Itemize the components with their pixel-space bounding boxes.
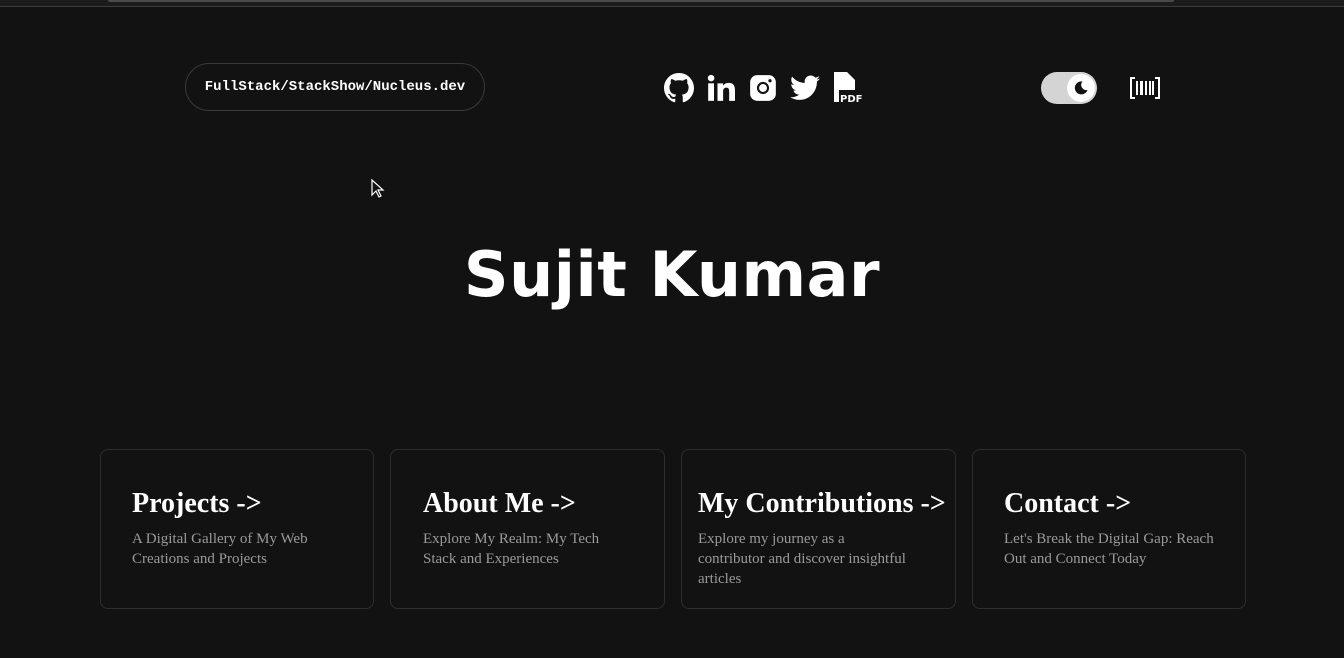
svg-text:PDF: PDF bbox=[840, 94, 862, 104]
mouse-cursor-icon bbox=[371, 178, 385, 204]
card-description: Explore my journey as a contributor and … bbox=[698, 531, 906, 587]
card-projects[interactable]: Projects -> A Digital Gallery of My Web … bbox=[100, 449, 374, 609]
instagram-icon[interactable] bbox=[748, 72, 778, 104]
browser-top-strip bbox=[0, 0, 1344, 7]
brand-pill[interactable]: FullStack/StackShow/Nucleus.dev bbox=[185, 63, 485, 111]
card-description: A Digital Gallery of My Web Creations an… bbox=[132, 531, 308, 567]
moon-icon bbox=[1074, 81, 1088, 95]
social-links: PDF bbox=[664, 72, 862, 104]
scroll-indicator bbox=[108, 0, 1174, 2]
card-about-me[interactable]: About Me -> Explore My Realm: My Tech St… bbox=[390, 449, 665, 609]
pdf-resume-icon[interactable]: PDF bbox=[832, 72, 862, 104]
hero-name: Sujit Kumar bbox=[463, 238, 881, 311]
brand-label: FullStack/StackShow/Nucleus.dev bbox=[204, 79, 466, 95]
card-contact[interactable]: Contact -> Let's Break the Digital Gap: … bbox=[972, 449, 1246, 609]
theme-toggle[interactable] bbox=[1041, 72, 1097, 104]
barcode-icon[interactable] bbox=[1128, 72, 1162, 104]
card-title: About Me -> bbox=[423, 488, 576, 519]
card-title: My Contributions -> bbox=[698, 488, 946, 519]
twitter-icon[interactable] bbox=[790, 72, 820, 104]
card-description: Let's Break the Digital Gap: Reach Out a… bbox=[1004, 531, 1214, 567]
card-description: Explore My Realm: My Tech Stack and Expe… bbox=[423, 531, 600, 567]
card-title: Contact -> bbox=[1004, 488, 1132, 519]
linkedin-icon[interactable] bbox=[706, 72, 736, 104]
card-title: Projects -> bbox=[132, 488, 262, 519]
toggle-knob bbox=[1067, 74, 1095, 102]
card-contributions[interactable]: My Contributions -> Explore my journey a… bbox=[681, 449, 956, 609]
github-icon[interactable] bbox=[664, 72, 694, 104]
